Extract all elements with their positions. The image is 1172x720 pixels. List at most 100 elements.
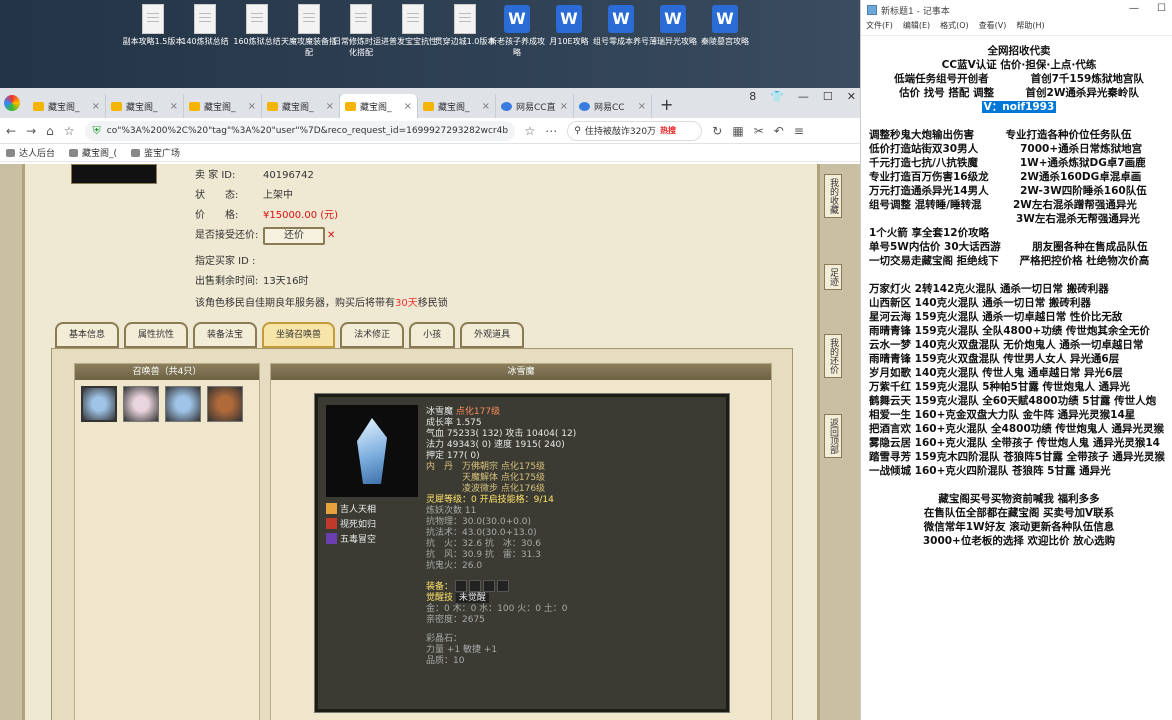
tab-close-icon[interactable]: × — [404, 101, 412, 112]
pet-thumbnail[interactable] — [207, 386, 243, 422]
notepad-line: 雨晴青锋 159克火双盘混队 传世男人女人 异光通6层 — [869, 353, 1120, 365]
star-icon[interactable]: ☆ — [525, 124, 536, 138]
back-icon[interactable]: ← — [6, 124, 16, 138]
info-tab[interactable]: 基本信息 — [55, 322, 120, 348]
equip-slot-3[interactable] — [483, 580, 496, 592]
netease-icon — [501, 101, 512, 111]
resist-line: 抗法术：43.0(30.0+13.0) — [426, 528, 537, 538]
info-tab[interactable]: 法术修正 — [340, 322, 405, 348]
home-icon[interactable]: ⌂ — [46, 124, 54, 138]
notepad-line: 把酒言欢 160+克火混队 全4800功绩 传世炮鬼人 通异光灵猴 — [869, 423, 1165, 435]
close-icon[interactable]: ✕ — [847, 90, 856, 103]
side-button[interactable]: 足迹 — [824, 264, 842, 290]
search-box[interactable]: ⚲ 住持被敲诈320万 热搜 — [567, 120, 703, 141]
more-icon[interactable]: ⋯ — [545, 124, 557, 138]
new-tab-button[interactable]: + — [660, 95, 673, 114]
side-button[interactable]: 返回顶部 — [824, 414, 842, 458]
bookmark-item[interactable]: 藏宝阁_( — [69, 146, 117, 159]
notepad-menu-item[interactable]: 编辑(E) — [903, 20, 930, 35]
seller-id: 40196742 — [263, 170, 314, 181]
apps-icon[interactable]: ▦ — [732, 124, 743, 138]
url-input[interactable]: ⛨ co"%3A%200%2C%20"tag"%3A%20"user"%7D&re… — [84, 120, 515, 141]
tab-label: 藏宝阁_ — [126, 102, 158, 113]
browser-tab[interactable]: 藏宝阁_ × — [28, 94, 106, 118]
minimize-icon[interactable]: — — [1129, 3, 1139, 14]
undo-icon[interactable]: ↶ — [774, 124, 784, 138]
notepad-line: 微信常年1W好友 滚动更新各种队伍信息 — [923, 521, 1115, 533]
side-button[interactable]: 我的还价 — [824, 334, 842, 378]
info-tab[interactable]: 坐骑召唤兽 — [262, 322, 336, 348]
refresh-icon[interactable]: ↻ — [712, 124, 722, 138]
notepad-menu-item[interactable]: 查看(V) — [979, 20, 1007, 35]
desktop-icon[interactable]: W 秦陵墓宫攻略 — [694, 4, 756, 47]
tab-close-icon[interactable]: × — [560, 101, 568, 112]
notepad-menu-item[interactable]: 格式(O) — [940, 20, 969, 35]
bookmark-label: 达人后台 — [19, 149, 56, 159]
tab-close-icon[interactable]: × — [482, 101, 490, 112]
maximize-icon[interactable]: ☐ — [823, 90, 833, 103]
tab-close-icon[interactable]: × — [92, 101, 100, 112]
minimize-icon[interactable]: — — [798, 90, 809, 103]
notepad-menu-item[interactable]: 文件(F) — [866, 20, 893, 35]
tab-count-badge[interactable]: 8 — [749, 90, 756, 103]
info-tab[interactable]: 小孩 — [409, 322, 456, 348]
notepad-line: 踏雪寻芳 159克木四阶混队 苍狼阵5甘露 全带孩子 通异光灵猴 — [869, 451, 1165, 463]
word-file-icon: W — [660, 5, 686, 33]
pet-skill[interactable]: 五毒冒空 — [326, 533, 376, 548]
browser-tab[interactable]: 藏宝阁_ × — [106, 94, 184, 118]
browser-tab[interactable]: 网易CC × — [574, 94, 652, 118]
tab-close-icon[interactable]: × — [170, 101, 178, 112]
remaining-value: 13天16时 — [263, 276, 309, 287]
notepad-line: 组号调整 混转睡/睡转混 2W左右混杀蹭帮强通异光 — [869, 199, 1137, 211]
favorite-star-icon[interactable]: ☆ — [64, 124, 75, 138]
browser-logo-icon[interactable] — [4, 95, 20, 111]
notepad-line: 万家灯火 2转142克火混队 通杀一切日常 搬砖利器 — [869, 283, 1109, 295]
equip-slot-1[interactable] — [455, 580, 468, 592]
ice-crystal-icon — [357, 418, 387, 484]
browser-tab[interactable]: 网易CC直 × — [496, 94, 574, 118]
maximize-icon[interactable]: ☐ — [1157, 3, 1166, 14]
notepad-line: 调整秒鬼大炮输出伤害 专业打造各种价位任务队伍 — [869, 129, 1132, 141]
awaken-value: 未觉醒 — [455, 593, 489, 603]
side-button[interactable]: 我的收藏 — [824, 174, 842, 218]
no-counter-icon: ✕ — [327, 230, 336, 241]
equip-slot-2[interactable] — [469, 580, 482, 592]
notepad-line — [869, 268, 1169, 282]
info-tab[interactable]: 装备法宝 — [193, 322, 258, 348]
browser-tab[interactable]: 藏宝阁_ × — [340, 94, 418, 118]
equip-slot-4[interactable] — [497, 580, 510, 592]
shirt-icon[interactable]: 👕 — [770, 90, 784, 103]
browser-tab[interactable]: 藏宝阁_ × — [418, 94, 496, 118]
browser-tab[interactable]: 藏宝阁_ × — [262, 94, 340, 118]
hot-search-badge[interactable]: 热搜 — [660, 125, 676, 136]
notepad-line: 一切交易走藏宝阁 拒绝线下 严格把控价格 杜绝物次价高 — [869, 255, 1150, 267]
document-file-icon — [246, 4, 268, 34]
bookmark-icon — [131, 148, 141, 157]
bookmark-item[interactable]: 达人后台 — [6, 146, 55, 159]
info-tab[interactable]: 属性抗性 — [124, 322, 189, 348]
pet-thumbnail[interactable] — [165, 386, 201, 422]
pet-level: 点化177级 — [455, 407, 501, 417]
migration-notice: 该角色移民自佳期良年服务器，购买后将带有30天移民锁 — [195, 294, 448, 309]
notepad-text-area[interactable]: 全网招收代卖 CC蓝V认证 估价·担保·上点·代练 低端任务组号开创者 首创7千15… — [869, 44, 1169, 548]
pet-thumbnail[interactable] — [123, 386, 159, 422]
scissors-icon[interactable]: ✂ — [754, 124, 764, 138]
bookmark-item[interactable]: 鉴宝广场 — [131, 146, 180, 159]
counter-offer-button[interactable]: 还价 — [263, 227, 325, 245]
pet-thumbnail[interactable] — [81, 386, 117, 422]
pet-skill[interactable]: 视死如归 — [326, 518, 376, 533]
notepad-menu: 文件(F) 编辑(E) 格式(O) 查看(V) 帮助(H) — [861, 20, 1172, 36]
forward-icon[interactable]: → — [26, 124, 36, 138]
pet-skill[interactable]: 吉人天相 — [326, 503, 376, 518]
tab-close-icon[interactable]: × — [638, 101, 646, 112]
info-tabs: 基本信息 属性抗性 装备法宝 坐骑召唤兽 法术修正 小孩 外观道具 — [55, 322, 525, 348]
notepad-line: 藏宝阁买号买物资前喊我 福利多多 — [938, 493, 1100, 505]
bookmark-label: 藏宝阁_( — [82, 149, 118, 159]
role-avatar — [71, 164, 157, 184]
tab-close-icon[interactable]: × — [326, 101, 334, 112]
menu-icon[interactable]: ≡ — [794, 124, 804, 138]
browser-tab[interactable]: 藏宝阁_ × — [184, 94, 262, 118]
tab-close-icon[interactable]: × — [248, 101, 256, 112]
info-tab[interactable]: 外观道具 — [460, 322, 525, 348]
notepad-menu-item[interactable]: 帮助(H) — [1016, 20, 1044, 35]
